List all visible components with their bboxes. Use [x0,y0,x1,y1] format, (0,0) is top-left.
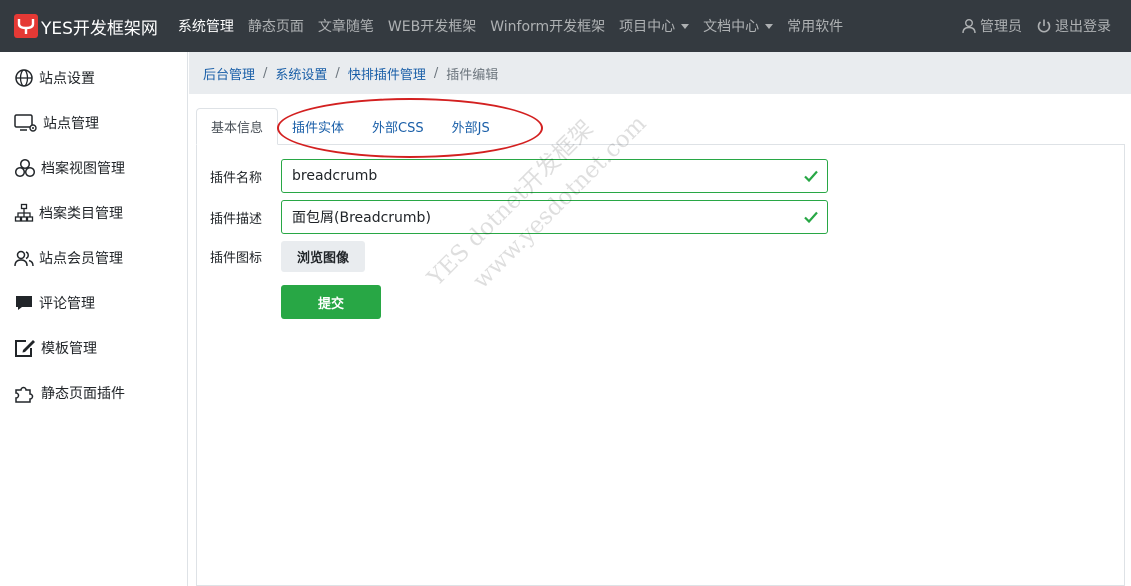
plugin-name-label: 插件名称 [210,170,263,186]
tab-basic-info[interactable]: 基本信息 [196,108,279,145]
nav-item-docs[interactable]: 文档中心 [703,16,774,36]
globe-icon [15,68,33,87]
check-icon [804,170,818,183]
top-navbar: YES开发框架网 系统管理 静态页面 文章随笔 WEB开发框架 Winform开… [0,0,1131,52]
sidebar-item-site-settings[interactable]: 站点设置 [0,55,187,100]
nav-label: 常用软件 [787,19,844,35]
tab-plugin-entity[interactable]: 插件实体 [278,108,358,145]
tab-external-js[interactable]: 外部JS [438,108,504,145]
sidebar-item-label: 模板管理 [41,340,97,357]
sidebar-item-label: 档案类目管理 [39,205,123,222]
power-icon [1037,19,1051,33]
hierarchy-icon [14,203,34,222]
tab-bar: 基本信息 插件实体 外部CSS 外部JS [196,108,504,145]
sidebar-item-label: 站点管理 [43,115,99,132]
brand[interactable]: YES开发框架网 [14,14,158,39]
nav-item-system[interactable]: 系统管理 [178,16,234,36]
caret-down-icon [681,23,690,29]
nav-label: Winform开发框架 [490,19,606,35]
nav-item-winform-framework[interactable]: Winform开发框架 [490,16,605,36]
nav-label: 系统管理 [177,19,234,35]
edit-frame-icon [15,339,35,357]
sidebar: 站点设置 站点管理 档案视图管理 档案类目管理 站点会员管理 评论管理 模板管理… [0,52,188,586]
sidebar-item-label: 评论管理 [39,295,95,312]
sidebar-item-archive-category[interactable]: 档案类目管理 [0,190,187,235]
nav-label: 静态页面 [247,19,304,35]
nav-label: 项目中心 [619,19,676,35]
nav-item-projects[interactable]: 项目中心 [619,16,690,36]
puzzle-icon [15,386,34,403]
logout-button[interactable]: 退出登录 [1036,16,1111,36]
brand-name: YES开发框架网 [41,18,158,39]
breadcrumb-link-plugin-management[interactable]: 快排插件管理 [348,64,426,83]
caret-down-icon [765,23,774,29]
form-row-icon: 插件图标 浏览图像 [210,241,366,272]
plugin-desc-wrap [281,200,828,234]
nav-item-static-pages[interactable]: 静态页面 [248,16,304,36]
plugin-name-wrap [281,159,828,193]
nav-label: 文档中心 [703,19,760,35]
plugin-name-input[interactable] [281,159,828,193]
sidebar-item-templates[interactable]: 模板管理 [0,325,187,370]
sidebar-item-label: 站点设置 [39,70,95,87]
plugin-icon-label: 插件图标 [210,251,263,266]
circles-icon [14,158,36,177]
sidebar-item-archive-view[interactable]: 档案视图管理 [0,145,187,190]
breadcrumb-link-admin[interactable]: 后台管理 [203,64,255,83]
check-icon [804,211,818,224]
nav-item-software[interactable]: 常用软件 [787,16,843,36]
nav-label: 文章随笔 [317,19,374,35]
user-menu[interactable]: 管理员 [961,16,1022,36]
browse-image-button[interactable]: 浏览图像 [281,241,366,272]
breadcrumb-link-system-settings[interactable]: 系统设置 [275,64,327,83]
yes-logo-icon [14,14,38,38]
nav-label: WEB开发框架 [387,19,477,35]
sidebar-item-label: 档案视图管理 [41,160,125,177]
form-row-name: 插件名称 [210,159,828,193]
user-icon [962,19,976,34]
form-row-desc: 插件描述 [210,200,828,234]
breadcrumb-separator: / [335,65,340,81]
sidebar-item-label: 站点会员管理 [39,250,123,267]
sidebar-item-site-management[interactable]: 站点管理 [0,100,187,145]
users-icon [14,250,34,266]
sidebar-item-members[interactable]: 站点会员管理 [0,235,187,280]
nav-item-articles[interactable]: 文章随笔 [318,16,374,36]
plugin-desc-input[interactable] [281,200,828,234]
submit-button[interactable]: 提交 [281,285,381,319]
nav-item-web-framework[interactable]: WEB开发框架 [388,16,476,36]
tab-external-css[interactable]: 外部CSS [358,108,438,145]
breadcrumb-separator: / [433,65,439,81]
breadcrumb-separator: / [263,65,268,81]
breadcrumb-current: 插件编辑 [446,67,499,83]
plugin-desc-label: 插件描述 [210,211,263,227]
comment-icon [16,295,32,310]
sidebar-item-static-plugins[interactable]: 静态页面插件 [0,370,187,415]
sidebar-item-label: 静态页面插件 [41,385,125,402]
logout-label: 退出登录 [1055,19,1111,35]
sidebar-item-comments[interactable]: 评论管理 [0,280,187,325]
nav-right: 管理员 退出登录 [947,0,1111,52]
user-label: 管理员 [980,19,1022,35]
breadcrumb: 后台管理 / 系统设置 / 快排插件管理 / 插件编辑 [189,52,1131,94]
monitor-gear-icon [14,113,37,132]
